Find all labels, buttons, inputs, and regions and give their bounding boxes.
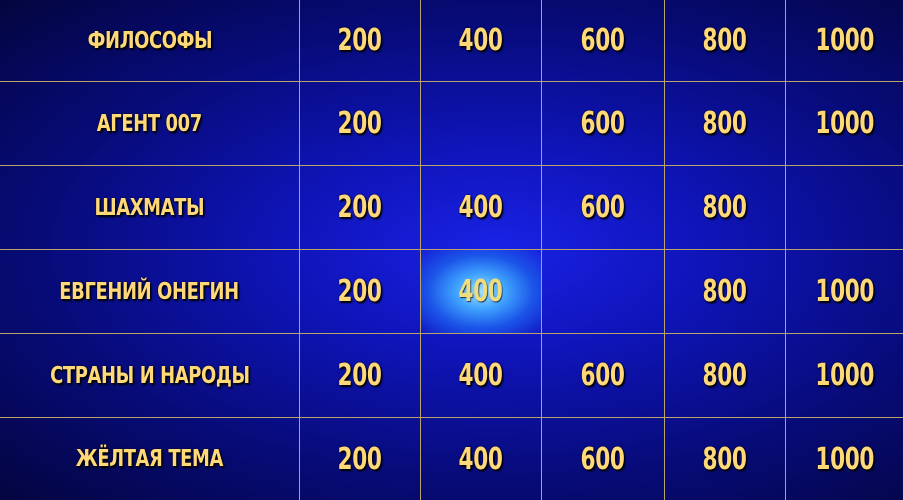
price-cell[interactable]: 600 (542, 166, 665, 250)
price-cell[interactable]: 800 (665, 334, 786, 418)
question-grid: ФИЛОСОФЫ 200 400 600 800 1000 АГЕНТ 007 … (0, 0, 903, 500)
price-label: 200 (337, 106, 383, 141)
category-label: ЖЁЛТАЯ ТЕМА (75, 446, 224, 472)
price-label: 200 (337, 274, 383, 309)
price-cell[interactable]: 200 (300, 250, 421, 334)
price-cell-empty (786, 166, 903, 250)
price-cell[interactable]: 800 (665, 82, 786, 166)
price-label: 1000 (815, 358, 874, 393)
price-label: 600 (580, 106, 626, 141)
price-cell[interactable]: 400 (421, 334, 542, 418)
price-cell[interactable]: 1000 (786, 250, 903, 334)
game-board: ФИЛОСОФЫ 200 400 600 800 1000 АГЕНТ 007 … (0, 0, 903, 500)
price-label: 800 (702, 23, 748, 58)
price-cell[interactable]: 400 (421, 166, 542, 250)
category-label: ФИЛОСОФЫ (87, 27, 212, 54)
price-cell[interactable]: 200 (300, 418, 421, 500)
price-label: 600 (580, 441, 626, 477)
price-label: 400 (458, 190, 504, 225)
price-cell[interactable]: 200 (300, 0, 421, 82)
price-label: 600 (580, 190, 626, 225)
price-cell[interactable]: 200 (300, 334, 421, 418)
price-cell[interactable]: 400 (421, 0, 542, 82)
price-cell[interactable]: 200 (300, 82, 421, 166)
price-label: 800 (702, 106, 748, 141)
price-label: 400 (458, 274, 504, 309)
price-cell[interactable]: 600 (542, 82, 665, 166)
price-cell[interactable]: 1000 (786, 334, 903, 418)
price-cell[interactable]: 200 (300, 166, 421, 250)
category-cell: СТРАНЫ И НАРОДЫ (0, 334, 300, 418)
price-label: 400 (458, 23, 504, 58)
price-cell[interactable]: 1000 (786, 82, 903, 166)
price-label: 1000 (815, 274, 874, 309)
category-label: ШАХМАТЫ (94, 194, 205, 221)
price-cell[interactable]: 800 (665, 418, 786, 500)
price-label: 200 (337, 358, 383, 393)
price-label: 1000 (815, 106, 874, 141)
price-cell[interactable]: 800 (665, 0, 786, 82)
price-label: 800 (702, 358, 748, 393)
price-cell[interactable]: 600 (542, 334, 665, 418)
category-cell: ФИЛОСОФЫ (0, 0, 300, 82)
category-cell: ШАХМАТЫ (0, 166, 300, 250)
price-cell-empty (421, 82, 542, 166)
price-label: 600 (580, 23, 626, 58)
price-label: 1000 (815, 23, 874, 58)
category-cell: ЕВГЕНИЙ ОНЕГИН (0, 250, 300, 334)
price-cell[interactable]: 1000 (786, 0, 903, 82)
price-label: 800 (702, 441, 748, 477)
price-cell[interactable]: 600 (542, 418, 665, 500)
category-label: СТРАНЫ И НАРОДЫ (49, 362, 250, 389)
category-cell: ЖЁЛТАЯ ТЕМА (0, 418, 300, 500)
category-label: АГЕНТ 007 (96, 110, 203, 137)
price-cell[interactable]: 800 (665, 250, 786, 334)
category-label: ЕВГЕНИЙ ОНЕГИН (59, 278, 240, 305)
price-label: 400 (458, 358, 504, 393)
price-cell-highlighted[interactable]: 400 (421, 250, 542, 334)
price-cell[interactable]: 600 (542, 0, 665, 82)
price-label: 200 (337, 190, 383, 225)
price-label: 800 (702, 190, 748, 225)
price-label: 800 (702, 274, 748, 309)
category-cell: АГЕНТ 007 (0, 82, 300, 166)
price-label: 200 (337, 23, 383, 58)
price-label: 600 (580, 358, 626, 393)
price-label: 200 (337, 441, 383, 477)
price-cell-empty (542, 250, 665, 334)
price-label: 1000 (815, 441, 874, 477)
price-cell[interactable]: 400 (421, 418, 542, 500)
price-cell[interactable]: 1000 (786, 418, 903, 500)
price-cell[interactable]: 800 (665, 166, 786, 250)
price-label: 400 (458, 441, 504, 477)
